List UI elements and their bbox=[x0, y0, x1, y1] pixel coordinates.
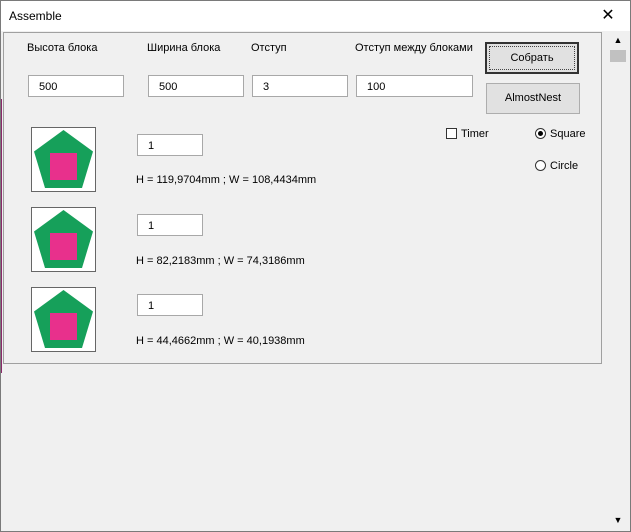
block-height-label: Высота блока bbox=[27, 42, 98, 54]
block-height-input[interactable]: 500 bbox=[28, 75, 124, 97]
window-title: Assemble bbox=[9, 9, 62, 23]
item-dimensions-1: H = 119,9704mm ; W = 108,4434mm bbox=[136, 174, 317, 186]
offset-input[interactable]: 3 bbox=[252, 75, 348, 97]
square-radio[interactable] bbox=[535, 128, 546, 139]
circle-radio[interactable] bbox=[535, 160, 546, 171]
pentagon-with-square-icon bbox=[34, 290, 93, 348]
offset-label: Отступ bbox=[251, 42, 287, 54]
block-spacing-label: Отступ между блоками bbox=[355, 42, 473, 54]
scroll-down-icon[interactable]: ▼ bbox=[608, 512, 628, 529]
assemble-button[interactable]: Собрать bbox=[485, 42, 579, 74]
square-label: Square bbox=[550, 128, 586, 140]
square-radio-dot bbox=[538, 131, 543, 136]
scroll-up-icon[interactable]: ▲ bbox=[608, 32, 628, 49]
block-width-label: Ширина блока bbox=[147, 42, 221, 54]
almost-nest-button[interactable]: AlmostNest bbox=[486, 83, 580, 114]
item-thumbnail-3 bbox=[31, 287, 96, 352]
item-dimensions-3: H = 44,4662mm ; W = 40,1938mm bbox=[136, 335, 305, 347]
item-dimensions-2: H = 82,2183mm ; W = 74,3186mm bbox=[136, 255, 305, 267]
item-count-input-2[interactable]: 1 bbox=[137, 214, 203, 236]
assemble-window: Assemble ✕ Высота блока Ширина блока Отс… bbox=[0, 0, 631, 532]
title-bar: Assemble ✕ bbox=[1, 1, 630, 31]
form-frame: Высота блока Ширина блока Отступ Отступ … bbox=[3, 32, 602, 364]
item-count-input-1[interactable]: 1 bbox=[137, 134, 203, 156]
timer-checkbox[interactable] bbox=[446, 128, 457, 139]
pentagon-with-square-icon bbox=[34, 210, 93, 268]
background-edge bbox=[1, 99, 2, 373]
close-button[interactable]: ✕ bbox=[586, 1, 630, 31]
item-count-input-3[interactable]: 1 bbox=[137, 294, 203, 316]
block-spacing-input[interactable]: 100 bbox=[356, 75, 473, 97]
timer-label: Timer bbox=[461, 128, 489, 140]
item-thumbnail-1 bbox=[31, 127, 96, 192]
vertical-scrollbar[interactable]: ▲ ▼ bbox=[608, 32, 628, 529]
almost-nest-button-label: AlmostNest bbox=[504, 92, 562, 104]
close-icon: ✕ bbox=[601, 7, 615, 24]
item-thumbnail-2 bbox=[31, 207, 96, 272]
block-width-input[interactable]: 500 bbox=[148, 75, 244, 97]
pentagon-with-square-icon bbox=[34, 130, 93, 188]
scroll-thumb[interactable] bbox=[610, 50, 626, 62]
circle-label: Circle bbox=[550, 160, 579, 172]
